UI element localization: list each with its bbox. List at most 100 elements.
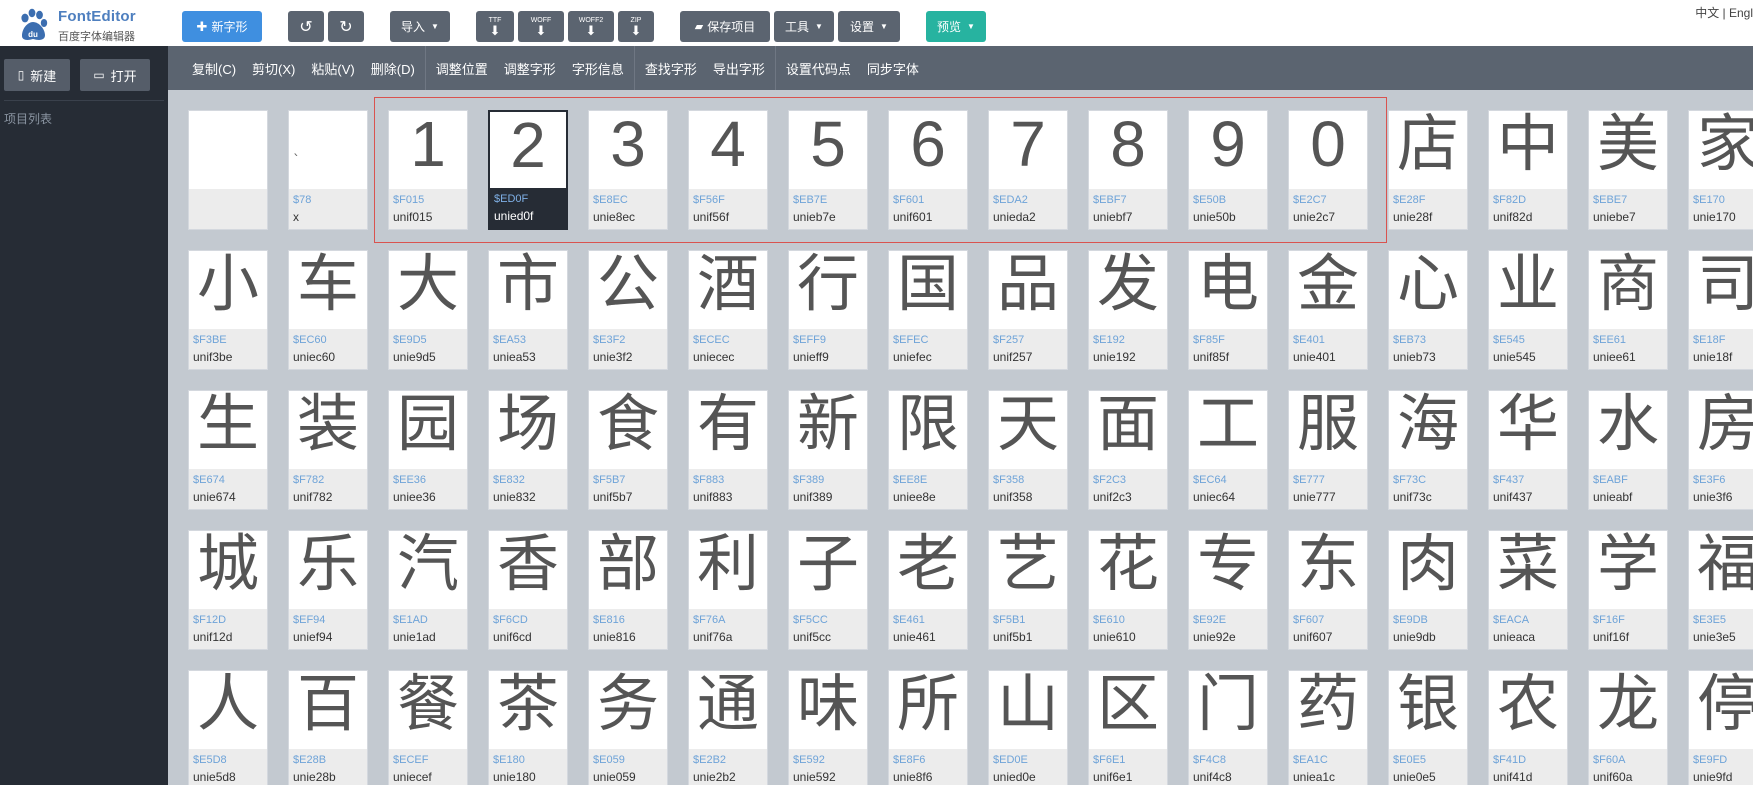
glyph-cell[interactable]: 农 $F41D unif41d [1488, 670, 1568, 785]
glyph-cell[interactable]: 人 $E5D8 unie5d8 [188, 670, 268, 785]
glyph-cell[interactable]: 9 $E50B unie50b [1188, 110, 1268, 230]
glyph-cell[interactable]: 3 $E8EC unie8ec [588, 110, 668, 230]
export-zip-button[interactable]: ZIP ⬇ [618, 11, 654, 42]
export-woff2-button[interactable]: WOFF2 ⬇ [568, 11, 614, 42]
glyph-cell[interactable]: 龙 $F60A unif60a [1588, 670, 1668, 785]
glyph-cell[interactable]: 天 $F358 unif358 [988, 390, 1068, 510]
glyph-cell[interactable]: 工 $EC64 uniec64 [1188, 390, 1268, 510]
glyph-cell[interactable]: 子 $F5CC unif5cc [788, 530, 868, 650]
glyph-cell[interactable]: 利 $F76A unif76a [688, 530, 768, 650]
preview-dropdown[interactable]: 预览 ▼ [926, 11, 986, 42]
tools-dropdown[interactable]: 工具 ▼ [774, 11, 834, 42]
glyph-cell[interactable]: 有 $F883 unif883 [688, 390, 768, 510]
glyph-cell[interactable]: 5 $EB7E unieb7e [788, 110, 868, 230]
glyph-cell[interactable]: 4 $F56F unif56f [688, 110, 768, 230]
glyph-cell[interactable]: 金 $E401 unie401 [1288, 250, 1368, 370]
glyph-cell[interactable]: 药 $EA1C uniea1c [1288, 670, 1368, 785]
glyph-cell[interactable]: 香 $F6CD unif6cd [488, 530, 568, 650]
glyph-cell[interactable]: 电 $F85F unif85f [1188, 250, 1268, 370]
glyph-cell[interactable]: 城 $F12D unif12d [188, 530, 268, 650]
glyph-cell[interactable]: 业 $E545 unie545 [1488, 250, 1568, 370]
glyph-cell[interactable]: 酒 $ECEC uniecec [688, 250, 768, 370]
cut-action[interactable]: 剪切(X) [244, 59, 303, 78]
glyph-cell[interactable]: 花 $E610 unie610 [1088, 530, 1168, 650]
glyph-cell[interactable]: 装 $F782 unif782 [288, 390, 368, 510]
glyph-cell[interactable]: 味 $E592 unie592 [788, 670, 868, 785]
glyph-cell[interactable]: 中 $F82D unif82d [1488, 110, 1568, 230]
glyph-cell[interactable]: 市 $EA53 uniea53 [488, 250, 568, 370]
glyph-cell[interactable]: 停 $E9FD unie9fd [1688, 670, 1753, 785]
copy-action[interactable]: 复制(C) [184, 59, 244, 78]
export-glyph-action[interactable]: 导出字形 [705, 59, 773, 78]
app-logo[interactable]: du FontEditor 百度字体编辑器 [14, 6, 164, 43]
glyph-cell[interactable]: 东 $F607 unif607 [1288, 530, 1368, 650]
delete-action[interactable]: 删除(D) [363, 59, 423, 78]
glyph-cell[interactable]: 银 $E0E5 unie0e5 [1388, 670, 1468, 785]
settings-dropdown[interactable]: 设置 ▼ [838, 11, 900, 42]
find-glyph-action[interactable]: 查找字形 [637, 59, 705, 78]
glyph-cell[interactable]: 美 $EBE7 uniebe7 [1588, 110, 1668, 230]
glyph-cell[interactable]: 海 $F73C unif73c [1388, 390, 1468, 510]
glyph-cell[interactable]: 食 $F5B7 unif5b7 [588, 390, 668, 510]
new-glyph-button[interactable]: ✚ 新字形 [182, 11, 262, 42]
glyph-cell[interactable]: 生 $E674 unie674 [188, 390, 268, 510]
undo-button[interactable]: ↺ [288, 11, 324, 42]
glyph-cell[interactable]: 汽 $E1AD unie1ad [388, 530, 468, 650]
glyph-cell[interactable]: 7 $EDA2 unieda2 [988, 110, 1068, 230]
glyph-cell[interactable]: 2 $ED0F unied0f [488, 110, 568, 230]
glyph-cell[interactable]: 茶 $E180 unie180 [488, 670, 568, 785]
glyph-cell[interactable]: 家 $E170 unie170 [1688, 110, 1753, 230]
glyph-cell[interactable]: 小 $F3BE unif3be [188, 250, 268, 370]
save-project-button[interactable]: ▰ 保存项目 [680, 11, 770, 42]
glyph-cell[interactable]: 福 $E3E5 unie3e5 [1688, 530, 1753, 650]
glyph-cell[interactable]: 国 $EFEC uniefec [888, 250, 968, 370]
glyph-cell[interactable]: 行 $EFF9 unieff9 [788, 250, 868, 370]
glyph-cell[interactable]: ` $78 x [288, 110, 368, 230]
language-switch[interactable]: 中文 | Engl [1695, 4, 1753, 21]
glyph-info-action[interactable]: 字形信息 [564, 59, 632, 78]
glyph-cell[interactable]: 限 $EE8E uniee8e [888, 390, 968, 510]
sync-font-action[interactable]: 同步字体 [859, 59, 927, 78]
glyph-cell[interactable]: 心 $EB73 unieb73 [1388, 250, 1468, 370]
glyph-cell[interactable]: 菜 $EACA unieaca [1488, 530, 1568, 650]
glyph-cell[interactable]: 场 $E832 unie832 [488, 390, 568, 510]
glyph-cell[interactable]: 所 $E8F6 unie8f6 [888, 670, 968, 785]
glyph-cell[interactable]: 面 $F2C3 unif2c3 [1088, 390, 1168, 510]
open-project-button[interactable]: ▭ 打开 [80, 59, 150, 91]
adjust-glyph-action[interactable]: 调整字形 [496, 59, 564, 78]
glyph-cell[interactable]: 水 $EABF unieabf [1588, 390, 1668, 510]
glyph-cell[interactable]: 通 $E2B2 unie2b2 [688, 670, 768, 785]
glyph-cell[interactable]: 1 $F015 unif015 [388, 110, 468, 230]
glyph-cell[interactable]: 肉 $E9DB unie9db [1388, 530, 1468, 650]
glyph-cell[interactable]: 服 $E777 unie777 [1288, 390, 1368, 510]
glyph-cell[interactable]: 餐 $ECEF uniecef [388, 670, 468, 785]
glyph-cell[interactable]: 乐 $EF94 unief94 [288, 530, 368, 650]
set-codepoint-action[interactable]: 设置代码点 [778, 59, 859, 78]
glyph-cell[interactable]: 区 $F6E1 unif6e1 [1088, 670, 1168, 785]
paste-action[interactable]: 粘贴(V) [303, 59, 362, 78]
redo-button[interactable]: ↻ [328, 11, 364, 42]
glyph-cell[interactable]: 公 $E3F2 unie3f2 [588, 250, 668, 370]
glyph-cell[interactable]: 艺 $F5B1 unif5b1 [988, 530, 1068, 650]
glyph-cell[interactable] [188, 110, 268, 230]
glyph-cell[interactable]: 车 $EC60 uniec60 [288, 250, 368, 370]
glyph-cell[interactable]: 发 $E192 unie192 [1088, 250, 1168, 370]
new-project-button[interactable]: ▯ 新建 [4, 59, 70, 91]
glyph-cell[interactable]: 华 $F437 unif437 [1488, 390, 1568, 510]
glyph-cell[interactable]: 店 $E28F unie28f [1388, 110, 1468, 230]
glyph-cell[interactable]: 学 $F16F unif16f [1588, 530, 1668, 650]
glyph-cell[interactable]: 0 $E2C7 unie2c7 [1288, 110, 1368, 230]
glyph-cell[interactable]: 专 $E92E unie92e [1188, 530, 1268, 650]
glyph-cell[interactable]: 6 $F601 unif601 [888, 110, 968, 230]
import-dropdown[interactable]: 导入 ▼ [390, 11, 450, 42]
glyph-cell[interactable]: 门 $F4C8 unif4c8 [1188, 670, 1268, 785]
glyph-cell[interactable]: 大 $E9D5 unie9d5 [388, 250, 468, 370]
export-ttf-button[interactable]: TTF ⬇ [476, 11, 514, 42]
glyph-cell[interactable]: 百 $E28B unie28b [288, 670, 368, 785]
glyph-cell[interactable]: 司 $E18F unie18f [1688, 250, 1753, 370]
glyph-cell[interactable]: 老 $E461 unie461 [888, 530, 968, 650]
glyph-cell[interactable]: 山 $ED0E unied0e [988, 670, 1068, 785]
glyph-cell[interactable]: 房 $E3F6 unie3f6 [1688, 390, 1753, 510]
glyph-cell[interactable]: 务 $E059 unie059 [588, 670, 668, 785]
adjust-position-action[interactable]: 调整位置 [428, 59, 496, 78]
